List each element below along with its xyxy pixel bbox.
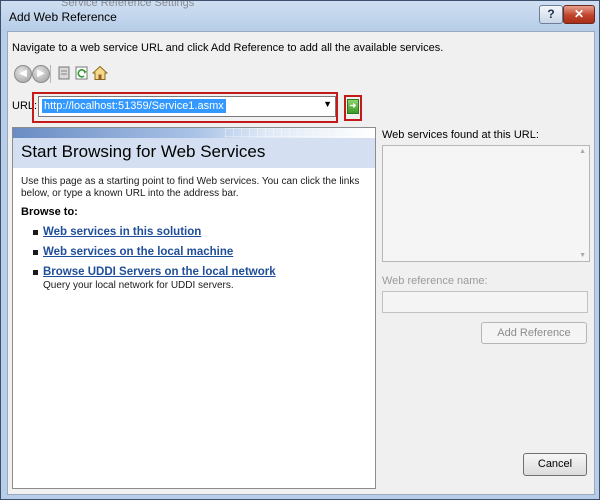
toolbar-separator (50, 65, 51, 83)
cancel-button[interactable]: Cancel (523, 453, 587, 476)
back-arrow-icon[interactable]: ◀ (14, 65, 32, 83)
go-button[interactable]: ➜ (347, 99, 359, 114)
add-web-reference-dialog: Add Web Reference Service Reference Sett… (0, 0, 600, 500)
url-highlight-annotation (32, 92, 338, 123)
web-reference-name-input[interactable] (382, 291, 588, 313)
bullet-icon (33, 250, 38, 255)
link-uddi-description: Query your local network for UDDI server… (43, 280, 234, 291)
web-reference-name-label: Web reference name: (382, 275, 488, 287)
title-bar: Add Web Reference Service Reference Sett… (1, 0, 599, 31)
close-button[interactable]: ✕ (563, 5, 595, 24)
dialog-client-area: Navigate to a web service URL and click … (7, 31, 595, 495)
bullet-icon (33, 270, 38, 275)
close-icon: ✕ (573, 7, 585, 21)
dialog-title: Add Web Reference (9, 10, 117, 24)
bullet-icon (33, 230, 38, 235)
browse-to-label: Browse to: (21, 206, 78, 218)
stop-icon[interactable] (56, 65, 72, 81)
background-window-title: Service Reference Settings (61, 0, 195, 9)
add-reference-button[interactable]: Add Reference (481, 322, 587, 344)
browser-description: Use this page as a starting point to fin… (21, 176, 360, 199)
link-web-services-local-machine[interactable]: Web services on the local machine (43, 246, 233, 258)
browser-panel: Start Browsing for Web Services Use this… (12, 127, 376, 489)
scroll-up-icon[interactable]: ▲ (579, 148, 586, 155)
home-icon[interactable] (92, 65, 108, 81)
refresh-icon[interactable] (74, 65, 90, 81)
help-button[interactable]: ? (539, 5, 563, 24)
services-found-label: Web services found at this URL: (382, 129, 539, 141)
services-found-list[interactable]: ▲ ▼ (382, 145, 590, 262)
instruction-text: Navigate to a web service URL and click … (12, 42, 444, 54)
link-web-services-solution[interactable]: Web services in this solution (43, 226, 201, 238)
go-arrow-icon: ➜ (349, 101, 357, 110)
browser-heading: Start Browsing for Web Services (21, 142, 266, 161)
link-browse-uddi-servers[interactable]: Browse UDDI Servers on the local network (43, 266, 276, 278)
forward-arrow-icon[interactable]: ▶ (32, 65, 50, 83)
scroll-down-icon[interactable]: ▼ (579, 252, 586, 259)
